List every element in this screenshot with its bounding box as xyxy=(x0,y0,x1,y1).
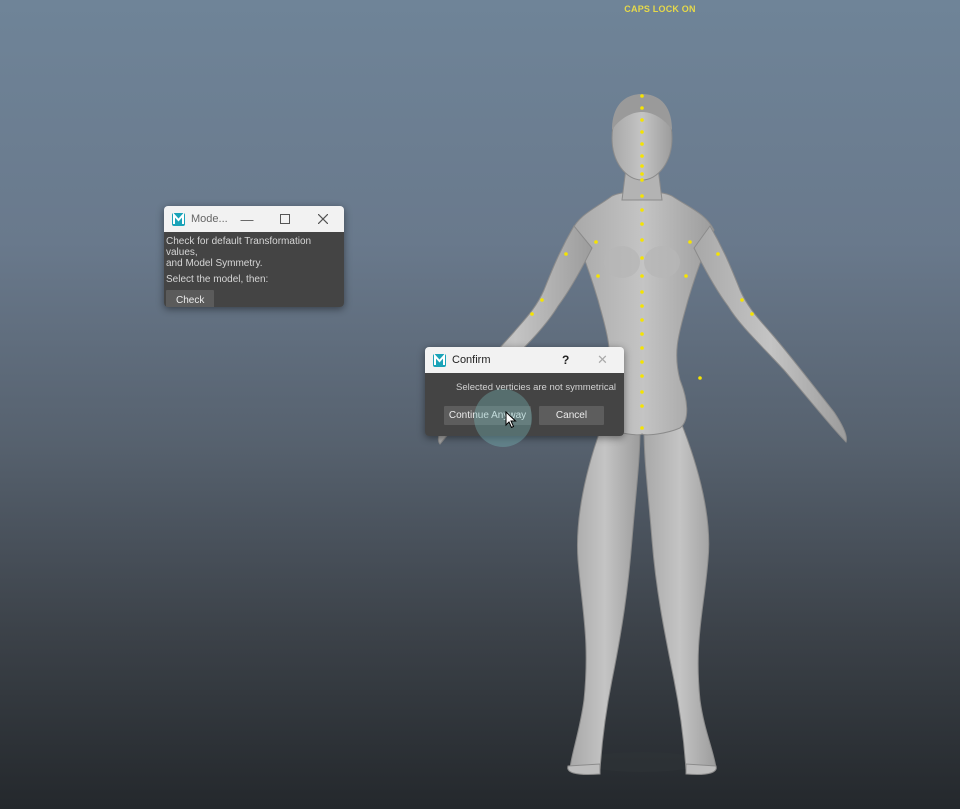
mode-window-titlebar[interactable]: Mode... — xyxy=(164,206,344,232)
mode-window-body: Check for default Transformation values,… xyxy=(164,232,344,307)
confirm-message: Selected verticies are not symmetrical xyxy=(456,382,616,393)
check-button[interactable]: Check xyxy=(166,290,215,307)
chest-left xyxy=(604,246,640,278)
chest-right xyxy=(644,246,680,278)
close-icon[interactable]: ✕ xyxy=(597,352,608,368)
confirm-dialog-title: Confirm xyxy=(452,354,491,366)
help-icon[interactable]: ? xyxy=(562,353,569,367)
description-line-2: and Model Symmetry. xyxy=(166,258,263,269)
maya-m-icon xyxy=(172,212,185,226)
confirm-dialog-body: Selected verticies are not symmetrical C… xyxy=(425,373,624,436)
right-foot xyxy=(685,763,717,775)
mouse-cursor-icon xyxy=(505,411,517,429)
right-arm xyxy=(693,225,847,443)
right-leg xyxy=(643,419,717,771)
left-foot xyxy=(567,763,601,775)
confirm-dialog-titlebar[interactable]: Confirm ? ✕ xyxy=(425,347,624,373)
maya-m-icon xyxy=(433,353,446,367)
mode-window[interactable]: Mode... — Check for default Transformati… xyxy=(164,206,344,307)
confirm-dialog[interactable]: Confirm ? ✕ Selected verticies are not s… xyxy=(425,347,624,436)
cancel-button[interactable]: Cancel xyxy=(539,406,604,425)
close-icon[interactable] xyxy=(306,206,340,232)
continue-anyway-button[interactable]: Continue Anyway xyxy=(444,406,531,425)
maximize-icon[interactable] xyxy=(268,206,302,232)
description-line-1: Check for default Transformation values, xyxy=(166,236,312,258)
left-leg xyxy=(569,419,641,771)
minimize-icon[interactable]: — xyxy=(230,206,264,232)
mode-window-title: Mode... xyxy=(191,213,228,225)
instruction-text: Select the model, then: xyxy=(166,274,269,285)
